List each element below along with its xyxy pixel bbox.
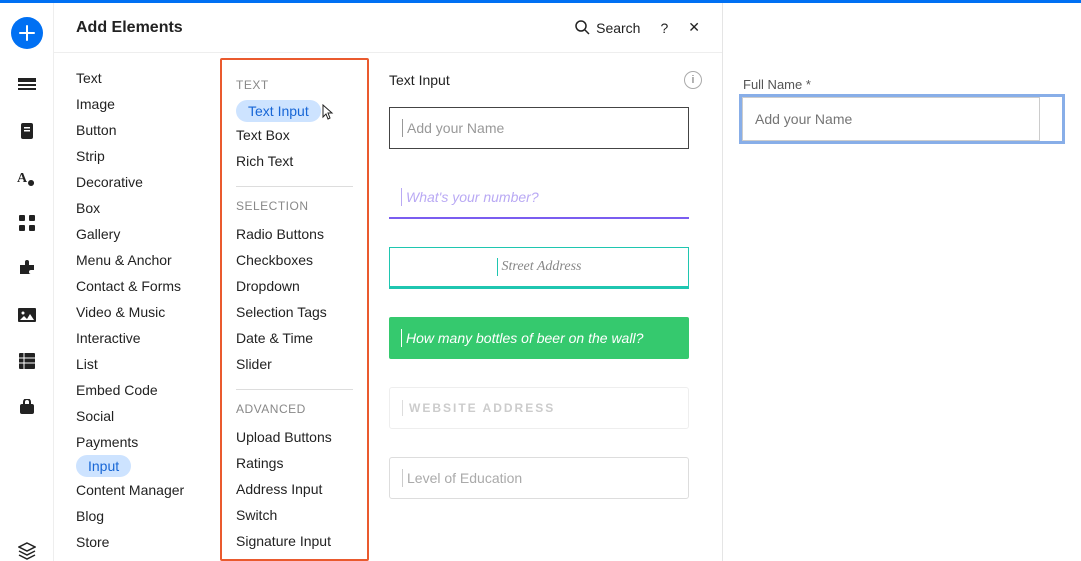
category-item[interactable]: List — [76, 351, 220, 377]
category-item[interactable]: Contact & Forms — [76, 273, 220, 299]
info-icon: i — [692, 74, 694, 86]
preview-title: Text Input — [389, 72, 684, 88]
category-item[interactable]: Bookings — [76, 555, 220, 561]
subcategory-item[interactable]: Rich Text — [236, 148, 353, 174]
example-input-2[interactable]: What's your number? — [389, 177, 689, 219]
cursor-icon — [319, 104, 335, 122]
category-item[interactable]: Image — [76, 91, 220, 117]
category-item[interactable]: Video & Music — [76, 299, 220, 325]
svg-text:A: A — [17, 171, 28, 186]
subcategory-item[interactable]: Signature Input — [236, 528, 353, 554]
widget-label: Full Name * — [739, 77, 1065, 92]
category-list: TextImageButtonStripDecorativeBoxGallery… — [54, 53, 220, 561]
category-item[interactable]: Button — [76, 117, 220, 143]
subcategory-item[interactable]: Radio Buttons — [236, 221, 353, 247]
close-icon: ✕ — [688, 19, 700, 36]
subcategory-item[interactable]: Slider — [236, 351, 353, 377]
subcategory-item[interactable]: Switch — [236, 502, 353, 528]
widget-selection-box — [739, 94, 1065, 144]
subcategory-item[interactable]: Text Box — [236, 122, 353, 148]
name-field[interactable] — [742, 97, 1040, 141]
category-item[interactable]: Input — [76, 455, 131, 477]
search-label: Search — [596, 20, 640, 36]
subcategory-item[interactable]: Text Input — [236, 100, 321, 122]
text-input-widget[interactable]: Full Name * — [739, 77, 1065, 144]
close-button[interactable]: ✕ — [688, 19, 700, 36]
subcategory-item[interactable]: Upload Buttons — [236, 424, 353, 450]
example-input-5[interactable]: Website Address — [389, 387, 689, 429]
example-input-3[interactable]: Street Address — [389, 247, 689, 289]
category-item[interactable]: Text — [76, 65, 220, 91]
add-element-button[interactable] — [11, 17, 43, 49]
page-icon[interactable] — [17, 121, 37, 141]
canvas[interactable]: Full Name * — [723, 3, 1081, 561]
addons-icon[interactable] — [17, 259, 37, 279]
category-item[interactable]: Embed Code — [76, 377, 220, 403]
subcategory-item[interactable]: Checkboxes — [236, 247, 353, 273]
category-item[interactable]: Social — [76, 403, 220, 429]
subcategory-item[interactable]: Ratings — [236, 450, 353, 476]
category-item[interactable]: Box — [76, 195, 220, 221]
subcategory-item[interactable]: Selection Tags — [236, 299, 353, 325]
category-item[interactable]: Blog — [76, 503, 220, 529]
search-button[interactable]: Search — [575, 20, 640, 36]
subgroup-title: ADVANCED — [236, 402, 353, 416]
nav-rail: A — [0, 3, 54, 561]
store-icon[interactable] — [17, 397, 37, 417]
example-input-1[interactable]: Add your Name — [389, 107, 689, 149]
data-icon[interactable] — [17, 351, 37, 371]
subcategory-item[interactable]: Address Input — [236, 476, 353, 502]
category-item[interactable]: Menu & Anchor — [76, 247, 220, 273]
example-input-6[interactable]: Level of Education — [389, 457, 689, 499]
category-item[interactable]: Gallery — [76, 221, 220, 247]
panel-header: Add Elements Search ? ✕ — [54, 3, 722, 53]
panel-title: Add Elements — [76, 19, 555, 37]
theme-icon[interactable]: A — [17, 167, 37, 187]
info-button[interactable]: i — [684, 71, 702, 89]
category-item[interactable]: Store — [76, 529, 220, 555]
search-icon — [575, 20, 590, 35]
category-item[interactable]: Decorative — [76, 169, 220, 195]
category-item[interactable]: Content Manager — [76, 477, 220, 503]
category-item[interactable]: Interactive — [76, 325, 220, 351]
section-icon[interactable] — [17, 75, 37, 95]
media-icon[interactable] — [17, 305, 37, 325]
apps-icon[interactable] — [17, 213, 37, 233]
subcategory-item[interactable]: Dropdown — [236, 273, 353, 299]
layers-icon[interactable] — [17, 541, 37, 561]
category-item[interactable]: Payments — [76, 429, 220, 455]
plus-icon — [19, 25, 35, 41]
subgroup-title: TEXT — [236, 78, 353, 92]
example-input-4[interactable]: How many bottles of beer on the wall? — [389, 317, 689, 359]
subgroup-title: SELECTION — [236, 199, 353, 213]
help-button[interactable]: ? — [660, 20, 668, 36]
subcategory-list: TEXT Text InputText BoxRich Text SELECTION… — [220, 58, 369, 561]
preview-column: Text Input i Add your Name What's your n… — [369, 53, 722, 561]
category-item[interactable]: Strip — [76, 143, 220, 169]
subcategory-item[interactable]: Date & Time — [236, 325, 353, 351]
add-elements-panel: Add Elements Search ? ✕ TextImageButtonS… — [54, 3, 723, 561]
